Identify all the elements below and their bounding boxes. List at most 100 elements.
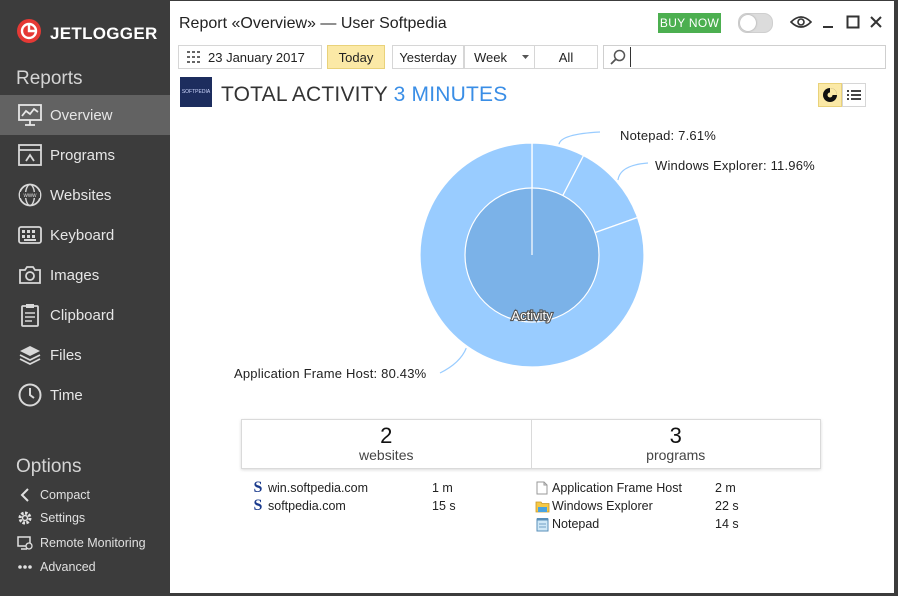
window-title: Report «Overview» — User Softpedia: [179, 15, 447, 32]
nav-item-programs[interactable]: Programs: [0, 135, 170, 175]
nav-item-overview[interactable]: Overview: [0, 95, 170, 135]
programs-icon: [17, 142, 43, 168]
websites-label: websites: [359, 447, 414, 463]
search-icon: [610, 49, 626, 65]
nav-item-clipboard[interactable]: Clipboard: [0, 295, 170, 335]
clock-icon: [17, 382, 43, 408]
websites-summary[interactable]: 2 websites: [242, 420, 531, 468]
remote-icon: [16, 535, 34, 551]
programs-label: programs: [646, 447, 706, 463]
total-activity-label: TOTAL ACTIVITY: [221, 83, 388, 106]
nav-label-programs: Programs: [50, 146, 116, 164]
option-remote-monitoring-label: Remote Monitoring: [40, 536, 146, 550]
minimize-icon[interactable]: [816, 11, 840, 33]
week-dropdown[interactable]: Week: [464, 45, 536, 69]
total-activity-duration: 3 MINUTES: [393, 83, 508, 106]
nav-label-clipboard: Clipboard: [50, 306, 115, 324]
website-time: 15 s: [432, 499, 456, 513]
keyboard-icon: [17, 222, 43, 248]
reports-section-title: Reports: [16, 68, 83, 89]
nav-label-files: Files: [50, 346, 82, 364]
monitoring-toggle[interactable]: [738, 13, 773, 33]
search-box[interactable]: [603, 45, 886, 69]
nav-label-time: Time: [50, 386, 83, 404]
programs-summary[interactable]: 3 programs: [530, 420, 821, 468]
nav-label-overview: Overview: [50, 106, 113, 124]
buy-now-button[interactable]: BUY NOW: [658, 13, 721, 33]
chart-center-label: Activity: [511, 308, 553, 323]
leader-line-windows-explorer: [617, 162, 649, 181]
files-icon: [17, 342, 43, 368]
pie-view-icon[interactable]: [818, 83, 842, 107]
caret-down-icon: [522, 55, 529, 59]
programs-count: 3: [669, 423, 682, 448]
option-compact-label: Compact: [40, 488, 91, 502]
document-icon: [534, 480, 550, 496]
globe-icon: www: [17, 182, 43, 208]
option-advanced[interactable]: Advanced: [16, 559, 96, 575]
eye-icon[interactable]: [789, 11, 813, 33]
maximize-icon[interactable]: [841, 11, 865, 33]
slice-label-windows-explorer: Windows Explorer: 11.96%: [655, 158, 815, 173]
leader-line-application-frame-host: [439, 347, 467, 374]
main-panel: Report «Overview» — User Softpedia BUY N…: [170, 1, 894, 593]
list-view-icon[interactable]: [842, 83, 866, 107]
softpedia-icon: S: [253, 497, 263, 514]
nav-item-images[interactable]: Images: [0, 255, 170, 295]
program-row[interactable]: Notepad: [534, 515, 599, 533]
chevron-left-icon: [16, 487, 34, 503]
slice-label-application-frame-host: Application Frame Host: 80.43%: [234, 366, 427, 381]
sidebar: JETLOGGER Reports Overview Programs www …: [0, 0, 170, 596]
user-avatar: SOFTPEDIA: [180, 77, 212, 107]
program-time: 14 s: [715, 517, 739, 531]
more-icon: [16, 559, 34, 575]
today-button[interactable]: Today: [327, 45, 385, 69]
website-name: win.softpedia.com: [268, 481, 369, 495]
date-value: 23 January 2017: [208, 49, 305, 65]
leader-line-notepad: [558, 131, 601, 145]
program-time: 2 m: [715, 481, 736, 495]
clipboard-icon: [17, 302, 43, 328]
app-logo: JETLOGGER: [16, 18, 158, 49]
options-section-title: Options: [16, 456, 82, 477]
search-input[interactable]: [630, 47, 875, 67]
option-settings-label: Settings: [40, 511, 86, 525]
option-remote-monitoring[interactable]: Remote Monitoring: [16, 535, 146, 551]
nav-label-images: Images: [50, 266, 100, 284]
option-compact[interactable]: Compact: [16, 487, 90, 503]
option-settings[interactable]: Settings: [16, 510, 85, 526]
program-name: Application Frame Host: [552, 481, 682, 495]
nav-label-keyboard: Keyboard: [50, 226, 115, 244]
close-icon[interactable]: [864, 11, 888, 33]
program-time: 22 s: [715, 499, 739, 513]
folder-icon: [534, 498, 550, 514]
softpedia-icon: S: [253, 479, 263, 496]
total-activity-heading: TOTAL ACTIVITY 3 MINUTES: [221, 83, 507, 107]
gear-icon: [16, 510, 34, 526]
website-time: 1 m: [432, 481, 453, 495]
website-row[interactable]: S win.softpedia.com: [250, 479, 369, 497]
jetlogger-logo-icon: [16, 18, 42, 49]
nav-item-files[interactable]: Files: [0, 335, 170, 375]
week-label: Week: [474, 49, 507, 65]
nav-item-time[interactable]: Time: [0, 375, 170, 415]
svg-text:www: www: [23, 193, 38, 199]
program-name: Notepad: [552, 517, 600, 531]
program-row[interactable]: Windows Explorer: [534, 497, 653, 515]
yesterday-button[interactable]: Yesterday: [392, 45, 464, 69]
program-row[interactable]: Application Frame Host: [534, 479, 682, 497]
logo-text: JETLOGGER: [50, 23, 158, 43]
program-name: Windows Explorer: [552, 499, 653, 513]
notepad-icon: [534, 516, 550, 532]
option-advanced-label: Advanced: [40, 560, 96, 574]
toggle-knob: [740, 15, 756, 31]
nav-item-websites[interactable]: www Websites: [0, 175, 170, 215]
calendar-icon: [187, 51, 201, 63]
website-row[interactable]: S softpedia.com: [250, 497, 346, 515]
all-button[interactable]: All: [534, 45, 598, 69]
nav-label-websites: Websites: [50, 186, 112, 204]
summary-panel: 2 websites 3 programs: [241, 419, 821, 469]
date-picker[interactable]: 23 January 2017: [178, 45, 322, 69]
website-name: softpedia.com: [268, 499, 346, 513]
nav-item-keyboard[interactable]: Keyboard: [0, 215, 170, 255]
